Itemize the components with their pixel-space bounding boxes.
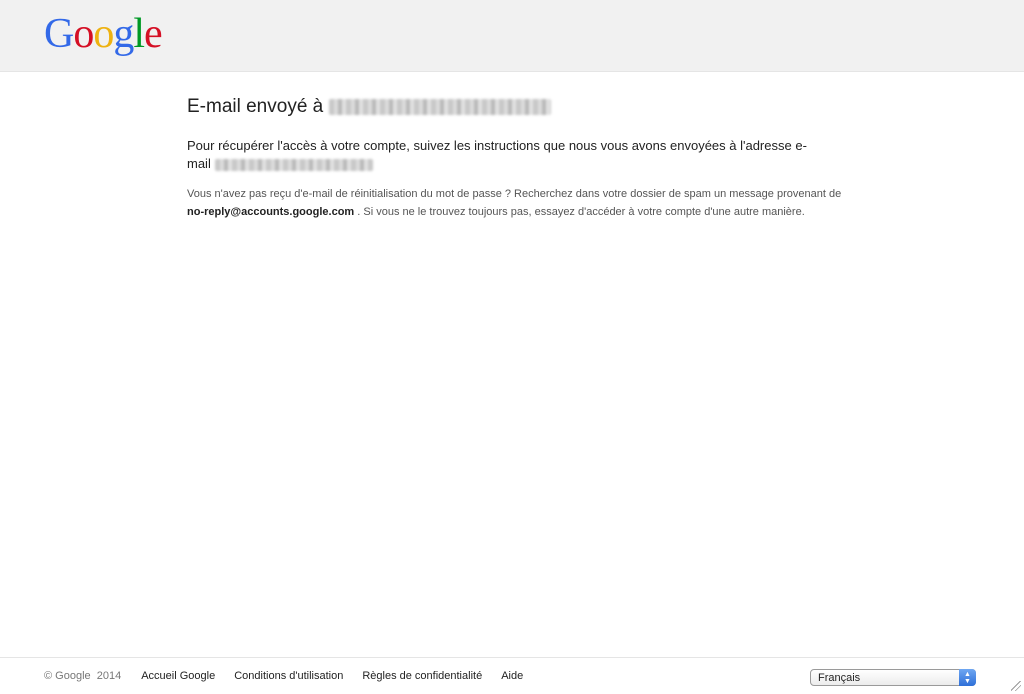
note-text: . Si vous ne le trouvez toujours pas, es…	[357, 206, 805, 218]
footer-link-terms[interactable]: Conditions d'utilisation	[234, 670, 343, 682]
logo-letter: o	[93, 11, 114, 57]
page-header: Google	[0, 0, 1024, 72]
footer-link-privacy[interactable]: Règles de confidentialité	[362, 670, 482, 682]
instructions-paragraph: Pour récupérer l'accès à votre compte, s…	[187, 137, 823, 173]
page-title: E-mail envoyé à	[187, 94, 827, 120]
redacted-email	[329, 99, 552, 115]
note-text: Vous n'avez pas reçu d'e-mail de réiniti…	[187, 188, 842, 200]
language-select[interactable]: Français ▲ ▼	[810, 669, 976, 686]
page-footer: © Google 2014 Accueil Google Conditions …	[0, 657, 1024, 694]
logo-letter: e	[144, 11, 163, 57]
select-arrows-icon: ▲ ▼	[959, 669, 976, 686]
logo-letter: G	[44, 11, 74, 57]
redacted-email	[214, 158, 373, 171]
google-logo[interactable]: Google	[44, 9, 163, 59]
title-text: E-mail envoyé à	[187, 96, 324, 117]
logo-letter: g	[113, 11, 134, 57]
logo-letter: l	[133, 11, 145, 57]
spam-note: Vous n'avez pas reçu d'e-mail de réiniti…	[187, 185, 847, 221]
logo-letter: o	[73, 11, 94, 57]
language-value: Français	[818, 671, 861, 684]
footer-link-home[interactable]: Accueil Google	[141, 670, 215, 682]
sender-email: no-reply@accounts.google.com	[187, 206, 355, 218]
main-content: E-mail envoyé à Pour récupérer l'accès à…	[187, 94, 841, 221]
resize-grip-icon[interactable]	[1011, 681, 1021, 691]
footer-links: © Google 2014 Accueil Google Conditions …	[44, 670, 542, 682]
copyright: © Google 2014	[44, 670, 122, 682]
footer-link-help[interactable]: Aide	[501, 670, 523, 682]
